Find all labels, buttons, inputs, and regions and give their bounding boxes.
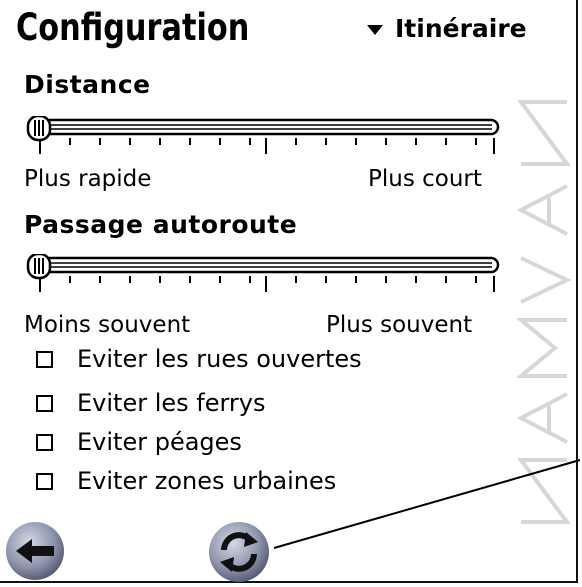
motorway-slider[interactable] bbox=[24, 254, 504, 294]
distance-slider-thumb[interactable] bbox=[26, 116, 52, 142]
distance-heading: Distance bbox=[24, 70, 151, 99]
motorway-left-label: Moins souvent bbox=[24, 312, 191, 338]
checkbox[interactable] bbox=[36, 394, 53, 412]
dropdown-arrow-icon bbox=[367, 24, 383, 35]
option-label: Eviter les ferrys bbox=[77, 389, 266, 417]
route-dropdown[interactable]: Itinéraire bbox=[367, 14, 527, 43]
distance-slider[interactable] bbox=[24, 116, 504, 156]
route-dropdown-label: Itinéraire bbox=[395, 14, 527, 43]
motorway-slider-thumb[interactable] bbox=[26, 254, 52, 280]
checkbox[interactable] bbox=[36, 350, 53, 368]
checkbox[interactable] bbox=[36, 472, 53, 490]
option-avoid-open-streets[interactable]: Eviter les rues ouvertes bbox=[36, 345, 362, 373]
back-arrow-icon[interactable] bbox=[4, 520, 66, 582]
option-avoid-ferries[interactable]: Eviter les ferrys bbox=[36, 389, 266, 417]
distance-right-label: Plus court bbox=[368, 166, 482, 192]
page-title: Configuration bbox=[16, 6, 250, 49]
checkbox[interactable] bbox=[36, 433, 53, 451]
option-avoid-tolls[interactable]: Eviter péages bbox=[36, 428, 242, 456]
callout-line bbox=[273, 459, 581, 549]
option-label: Eviter péages bbox=[77, 428, 242, 456]
distance-left-label: Plus rapide bbox=[24, 166, 152, 192]
motorway-heading: Passage autoroute bbox=[24, 210, 298, 239]
motorway-right-label: Plus souvent bbox=[326, 312, 473, 338]
refresh-icon[interactable] bbox=[206, 520, 272, 584]
option-label: Eviter les rues ouvertes bbox=[77, 345, 362, 373]
